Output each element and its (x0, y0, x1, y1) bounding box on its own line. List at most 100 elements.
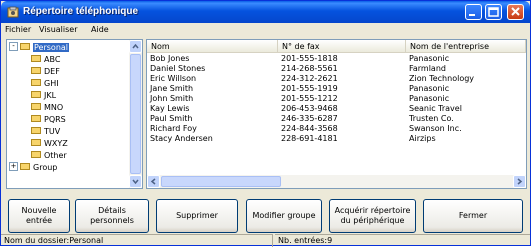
cell-fax: 201-555-1818 (281, 54, 338, 63)
tree-item-label: MNO (44, 103, 64, 112)
tree-item-pqrs[interactable]: PQRS (31, 114, 66, 125)
delete-button[interactable]: Supprimer (156, 199, 238, 233)
cell-company: Zion Technology (409, 74, 475, 83)
cell-company: Panasonic (409, 54, 450, 63)
tree-item-label: Other (44, 151, 67, 160)
contacts-list[interactable]: Nom N° de fax Nom de l'entreprise Bob Jo… (146, 39, 527, 189)
status-entry-count: Nb. entrées:9 (275, 234, 530, 247)
maximize-button[interactable] (485, 4, 502, 20)
folder-icon (31, 151, 41, 158)
menu-bar: Fichier Visualiser Aide (1, 23, 530, 38)
horizontal-scroll-thumb[interactable] (161, 176, 281, 187)
folder-icon (31, 115, 41, 122)
cell-name: Daniel Stones (150, 64, 206, 73)
open-folder-icon (20, 43, 30, 50)
folder-icon (31, 103, 41, 110)
window-title: Répertoire téléphonique (23, 6, 139, 17)
tree-item-label: PQRS (44, 115, 66, 124)
tree-item-label: GHI (44, 79, 59, 88)
cell-fax: 206-453-9468 (281, 104, 338, 113)
scroll-left-button[interactable] (147, 175, 160, 188)
tree-item-tuv[interactable]: TUV (31, 126, 60, 137)
tree-item-ghi[interactable]: GHI (31, 78, 59, 89)
folder-icon (31, 127, 41, 134)
collapse-icon[interactable]: - (9, 42, 18, 51)
menu-aide[interactable]: Aide (91, 25, 109, 34)
close-button[interactable]: Fermer (423, 199, 523, 233)
table-row[interactable]: Paul Smith 246-335-6287 Trusten Co. (147, 114, 526, 124)
acquire-directory-label-line2: du périphérique (340, 216, 405, 225)
close-window-button[interactable] (507, 4, 524, 20)
cell-company: Seanic Travel (409, 104, 462, 113)
cell-name: Paul Smith (150, 114, 193, 123)
chevron-right-icon (517, 178, 523, 185)
tree-item-label: ABC (44, 55, 61, 64)
minimize-button[interactable] (465, 4, 482, 20)
table-row[interactable]: Bob Jones 201-555-1818 Panasonic (147, 54, 526, 64)
tree-vertical-scrollbar[interactable] (129, 40, 142, 188)
cell-fax: 214-268-5561 (281, 64, 338, 73)
cell-fax: 224-312-2621 (281, 74, 338, 83)
tree-item-label: Personal (33, 43, 70, 52)
menu-visualiser[interactable]: Visualiser (39, 25, 77, 34)
table-row[interactable]: John Smith 201-555-1212 Panasonic (147, 94, 526, 104)
tree-item-abc[interactable]: ABC (31, 54, 60, 65)
cell-name: Richard Foy (150, 124, 197, 133)
tree-item-label: DEF (44, 67, 60, 76)
acquire-directory-label-line1: Acquérir répertoire (334, 206, 411, 215)
scroll-down-button[interactable] (129, 175, 142, 188)
folder-icon (31, 67, 41, 74)
cell-name: Stacy Andersen (150, 134, 213, 143)
close-icon (511, 7, 520, 16)
column-header-company[interactable]: Nom de l'entreprise (406, 40, 526, 53)
minimize-icon (469, 14, 475, 16)
chevron-up-icon (132, 43, 139, 49)
cell-name: Eric Willson (150, 74, 197, 83)
tree-item-label: JKL (44, 91, 57, 100)
phonebook-window: Répertoire téléphonique Fichier Visualis… (0, 0, 531, 247)
acquire-directory-button[interactable]: Acquérir répertoire du périphérique (329, 199, 416, 233)
table-row[interactable]: Daniel Stones 214-268-5561 Farmland (147, 64, 526, 74)
cell-fax: 246-335-6287 (281, 114, 338, 123)
cell-fax: 228-691-4181 (281, 134, 338, 143)
folder-icon (31, 139, 41, 146)
new-entry-button[interactable]: Nouvelle entrée (8, 199, 70, 233)
table-row[interactable]: Richard Foy 224-844-3568 Swanson Inc. (147, 124, 526, 134)
cell-name: John Smith (150, 94, 194, 103)
tree-item-label: TUV (44, 127, 61, 136)
folder-icon (20, 163, 30, 170)
expand-icon[interactable]: + (9, 162, 18, 171)
table-row[interactable]: Eric Willson 224-312-2621 Zion Technology (147, 74, 526, 84)
tree-item-group[interactable]: + Group (9, 162, 57, 173)
list-horizontal-scrollbar[interactable] (147, 175, 526, 188)
cell-fax: 224-844-3568 (281, 124, 338, 133)
table-row[interactable]: Stacy Andersen 228-691-4181 Airzips (147, 134, 526, 144)
chevron-down-icon (132, 179, 139, 185)
folder-tree[interactable]: - Personal ABC DEF GHI JKL MNO PQRS TUV W… (6, 39, 143, 189)
cell-name: Kay Lewis (150, 104, 190, 113)
tree-item-mno[interactable]: MNO (31, 102, 63, 113)
tree-item-wxyz[interactable]: WXYZ (31, 138, 68, 149)
column-header-fax[interactable]: N° de fax (278, 40, 406, 53)
cell-name: Jane Smith (150, 84, 194, 93)
table-row[interactable]: Jane Smith 201-555-1919 Panasonic (147, 84, 526, 94)
edit-group-button[interactable]: Modifier groupe (246, 199, 322, 233)
tree-item-jkl[interactable]: JKL (31, 90, 56, 101)
title-bar[interactable]: Répertoire téléphonique (1, 1, 530, 23)
status-folder: Nom du dossier:Personal (1, 234, 273, 247)
personal-details-button[interactable]: Détails personnels (75, 199, 149, 233)
tree-item-label: Group (33, 163, 58, 172)
scroll-thumb[interactable] (130, 54, 141, 174)
maximize-icon (488, 7, 499, 17)
cell-company: Farmland (409, 64, 446, 73)
tree-item-other[interactable]: Other (31, 150, 67, 161)
table-row[interactable]: Kay Lewis 206-453-9468 Seanic Travel (147, 104, 526, 114)
tree-item-def[interactable]: DEF (31, 66, 60, 77)
scroll-right-button[interactable] (513, 175, 526, 188)
tree-item-personal[interactable]: - Personal (9, 42, 70, 53)
scroll-up-button[interactable] (129, 40, 142, 53)
menu-fichier[interactable]: Fichier (5, 25, 31, 34)
column-header-name[interactable]: Nom (147, 40, 278, 53)
chevron-left-icon (150, 178, 156, 185)
cell-company: Trusten Co. (409, 114, 454, 123)
